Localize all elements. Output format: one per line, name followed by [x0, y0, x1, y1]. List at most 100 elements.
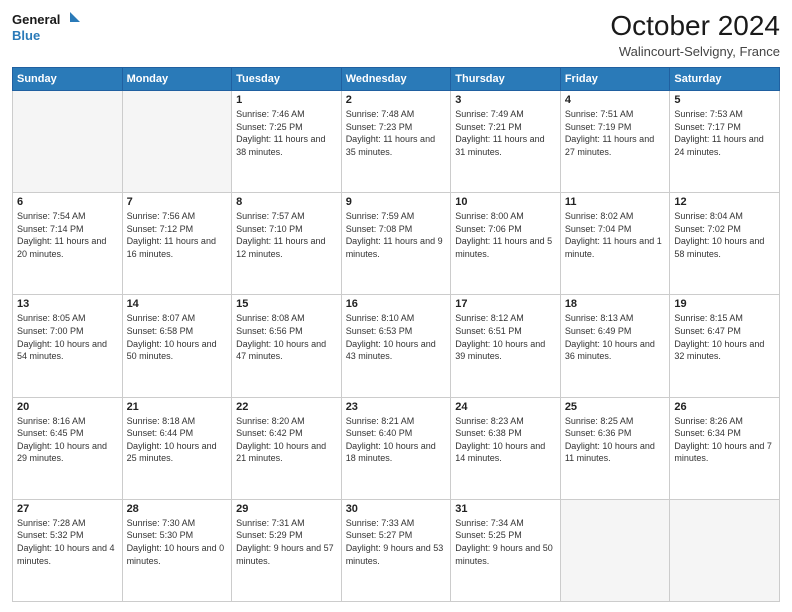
day-number: 28: [127, 503, 228, 515]
sunrise-text: Sunrise: 8:23 AM: [455, 415, 556, 428]
sunrise-text: Sunrise: 8:08 AM: [236, 312, 337, 325]
sunrise-text: Sunrise: 8:07 AM: [127, 312, 228, 325]
sunset-text: Sunset: 6:49 PM: [565, 325, 666, 338]
logo-icon: General Blue: [12, 10, 82, 46]
day-number: 29: [236, 503, 337, 515]
day-number: 3: [455, 94, 556, 106]
table-row: 5 Sunrise: 7:53 AM Sunset: 7:17 PM Dayli…: [670, 91, 780, 193]
day-info: Sunrise: 7:33 AM Sunset: 5:27 PM Dayligh…: [346, 517, 447, 567]
day-number: 11: [565, 196, 666, 208]
daylight-text: Daylight: 10 hours and 29 minutes.: [17, 440, 118, 465]
day-number: 22: [236, 401, 337, 413]
day-number: 20: [17, 401, 118, 413]
table-row: 9 Sunrise: 7:59 AM Sunset: 7:08 PM Dayli…: [341, 193, 451, 295]
table-row: 18 Sunrise: 8:13 AM Sunset: 6:49 PM Dayl…: [560, 295, 670, 397]
day-number: 17: [455, 298, 556, 310]
day-number: 24: [455, 401, 556, 413]
sunrise-text: Sunrise: 7:57 AM: [236, 210, 337, 223]
day-info: Sunrise: 8:05 AM Sunset: 7:00 PM Dayligh…: [17, 312, 118, 362]
table-row: 25 Sunrise: 8:25 AM Sunset: 6:36 PM Dayl…: [560, 397, 670, 499]
sunrise-text: Sunrise: 7:53 AM: [674, 108, 775, 121]
svg-text:General: General: [12, 12, 60, 27]
sunrise-text: Sunrise: 8:20 AM: [236, 415, 337, 428]
sunset-text: Sunset: 5:30 PM: [127, 529, 228, 542]
sunrise-text: Sunrise: 7:30 AM: [127, 517, 228, 530]
sunset-text: Sunset: 7:23 PM: [346, 121, 447, 134]
sunrise-text: Sunrise: 8:05 AM: [17, 312, 118, 325]
sunset-text: Sunset: 7:12 PM: [127, 223, 228, 236]
header-friday: Friday: [560, 68, 670, 91]
sunset-text: Sunset: 6:53 PM: [346, 325, 447, 338]
logo: General Blue: [12, 10, 82, 46]
day-info: Sunrise: 8:20 AM Sunset: 6:42 PM Dayligh…: [236, 415, 337, 465]
sunset-text: Sunset: 6:42 PM: [236, 427, 337, 440]
day-info: Sunrise: 8:12 AM Sunset: 6:51 PM Dayligh…: [455, 312, 556, 362]
table-row: 2 Sunrise: 7:48 AM Sunset: 7:23 PM Dayli…: [341, 91, 451, 193]
day-info: Sunrise: 8:00 AM Sunset: 7:06 PM Dayligh…: [455, 210, 556, 260]
daylight-text: Daylight: 10 hours and 18 minutes.: [346, 440, 447, 465]
sunrise-text: Sunrise: 8:16 AM: [17, 415, 118, 428]
daylight-text: Daylight: 10 hours and 58 minutes.: [674, 235, 775, 260]
sunset-text: Sunset: 5:27 PM: [346, 529, 447, 542]
day-number: 31: [455, 503, 556, 515]
day-info: Sunrise: 7:28 AM Sunset: 5:32 PM Dayligh…: [17, 517, 118, 567]
sunset-text: Sunset: 6:51 PM: [455, 325, 556, 338]
table-row: [670, 499, 780, 601]
day-info: Sunrise: 7:48 AM Sunset: 7:23 PM Dayligh…: [346, 108, 447, 158]
daylight-text: Daylight: 10 hours and 25 minutes.: [127, 440, 228, 465]
sunset-text: Sunset: 7:00 PM: [17, 325, 118, 338]
sunrise-text: Sunrise: 7:33 AM: [346, 517, 447, 530]
day-info: Sunrise: 7:49 AM Sunset: 7:21 PM Dayligh…: [455, 108, 556, 158]
table-row: 29 Sunrise: 7:31 AM Sunset: 5:29 PM Dayl…: [232, 499, 342, 601]
day-number: 23: [346, 401, 447, 413]
table-row: 11 Sunrise: 8:02 AM Sunset: 7:04 PM Dayl…: [560, 193, 670, 295]
day-number: 30: [346, 503, 447, 515]
table-row: 4 Sunrise: 7:51 AM Sunset: 7:19 PM Dayli…: [560, 91, 670, 193]
daylight-text: Daylight: 10 hours and 7 minutes.: [674, 440, 775, 465]
sunrise-text: Sunrise: 7:56 AM: [127, 210, 228, 223]
daylight-text: Daylight: 9 hours and 53 minutes.: [346, 542, 447, 567]
calendar-header-row: Sunday Monday Tuesday Wednesday Thursday…: [13, 68, 780, 91]
sunset-text: Sunset: 7:02 PM: [674, 223, 775, 236]
daylight-text: Daylight: 11 hours and 27 minutes.: [565, 133, 666, 158]
day-info: Sunrise: 7:30 AM Sunset: 5:30 PM Dayligh…: [127, 517, 228, 567]
day-info: Sunrise: 8:21 AM Sunset: 6:40 PM Dayligh…: [346, 415, 447, 465]
header-monday: Monday: [122, 68, 232, 91]
calendar-table: Sunday Monday Tuesday Wednesday Thursday…: [12, 67, 780, 602]
day-number: 27: [17, 503, 118, 515]
daylight-text: Daylight: 10 hours and 0 minutes.: [127, 542, 228, 567]
daylight-text: Daylight: 10 hours and 11 minutes.: [565, 440, 666, 465]
sunrise-text: Sunrise: 8:21 AM: [346, 415, 447, 428]
table-row: 20 Sunrise: 8:16 AM Sunset: 6:45 PM Dayl…: [13, 397, 123, 499]
day-number: 16: [346, 298, 447, 310]
sunset-text: Sunset: 7:10 PM: [236, 223, 337, 236]
day-info: Sunrise: 8:13 AM Sunset: 6:49 PM Dayligh…: [565, 312, 666, 362]
sunrise-text: Sunrise: 7:31 AM: [236, 517, 337, 530]
day-number: 5: [674, 94, 775, 106]
calendar-week-row: 27 Sunrise: 7:28 AM Sunset: 5:32 PM Dayl…: [13, 499, 780, 601]
table-row: 12 Sunrise: 8:04 AM Sunset: 7:02 PM Dayl…: [670, 193, 780, 295]
day-info: Sunrise: 8:25 AM Sunset: 6:36 PM Dayligh…: [565, 415, 666, 465]
daylight-text: Daylight: 11 hours and 38 minutes.: [236, 133, 337, 158]
calendar-week-row: 13 Sunrise: 8:05 AM Sunset: 7:00 PM Dayl…: [13, 295, 780, 397]
header-sunday: Sunday: [13, 68, 123, 91]
sunrise-text: Sunrise: 8:10 AM: [346, 312, 447, 325]
table-row: 22 Sunrise: 8:20 AM Sunset: 6:42 PM Dayl…: [232, 397, 342, 499]
location-title: Walincourt-Selvigny, France: [610, 44, 780, 59]
sunset-text: Sunset: 7:14 PM: [17, 223, 118, 236]
sunrise-text: Sunrise: 7:28 AM: [17, 517, 118, 530]
day-info: Sunrise: 8:08 AM Sunset: 6:56 PM Dayligh…: [236, 312, 337, 362]
sunrise-text: Sunrise: 7:51 AM: [565, 108, 666, 121]
sunset-text: Sunset: 6:56 PM: [236, 325, 337, 338]
sunset-text: Sunset: 6:47 PM: [674, 325, 775, 338]
daylight-text: Daylight: 11 hours and 5 minutes.: [455, 235, 556, 260]
daylight-text: Daylight: 11 hours and 20 minutes.: [17, 235, 118, 260]
day-info: Sunrise: 8:16 AM Sunset: 6:45 PM Dayligh…: [17, 415, 118, 465]
sunrise-text: Sunrise: 8:15 AM: [674, 312, 775, 325]
table-row: 23 Sunrise: 8:21 AM Sunset: 6:40 PM Dayl…: [341, 397, 451, 499]
table-row: 27 Sunrise: 7:28 AM Sunset: 5:32 PM Dayl…: [13, 499, 123, 601]
daylight-text: Daylight: 11 hours and 1 minute.: [565, 235, 666, 260]
sunset-text: Sunset: 7:08 PM: [346, 223, 447, 236]
table-row: 7 Sunrise: 7:56 AM Sunset: 7:12 PM Dayli…: [122, 193, 232, 295]
sunset-text: Sunset: 6:36 PM: [565, 427, 666, 440]
